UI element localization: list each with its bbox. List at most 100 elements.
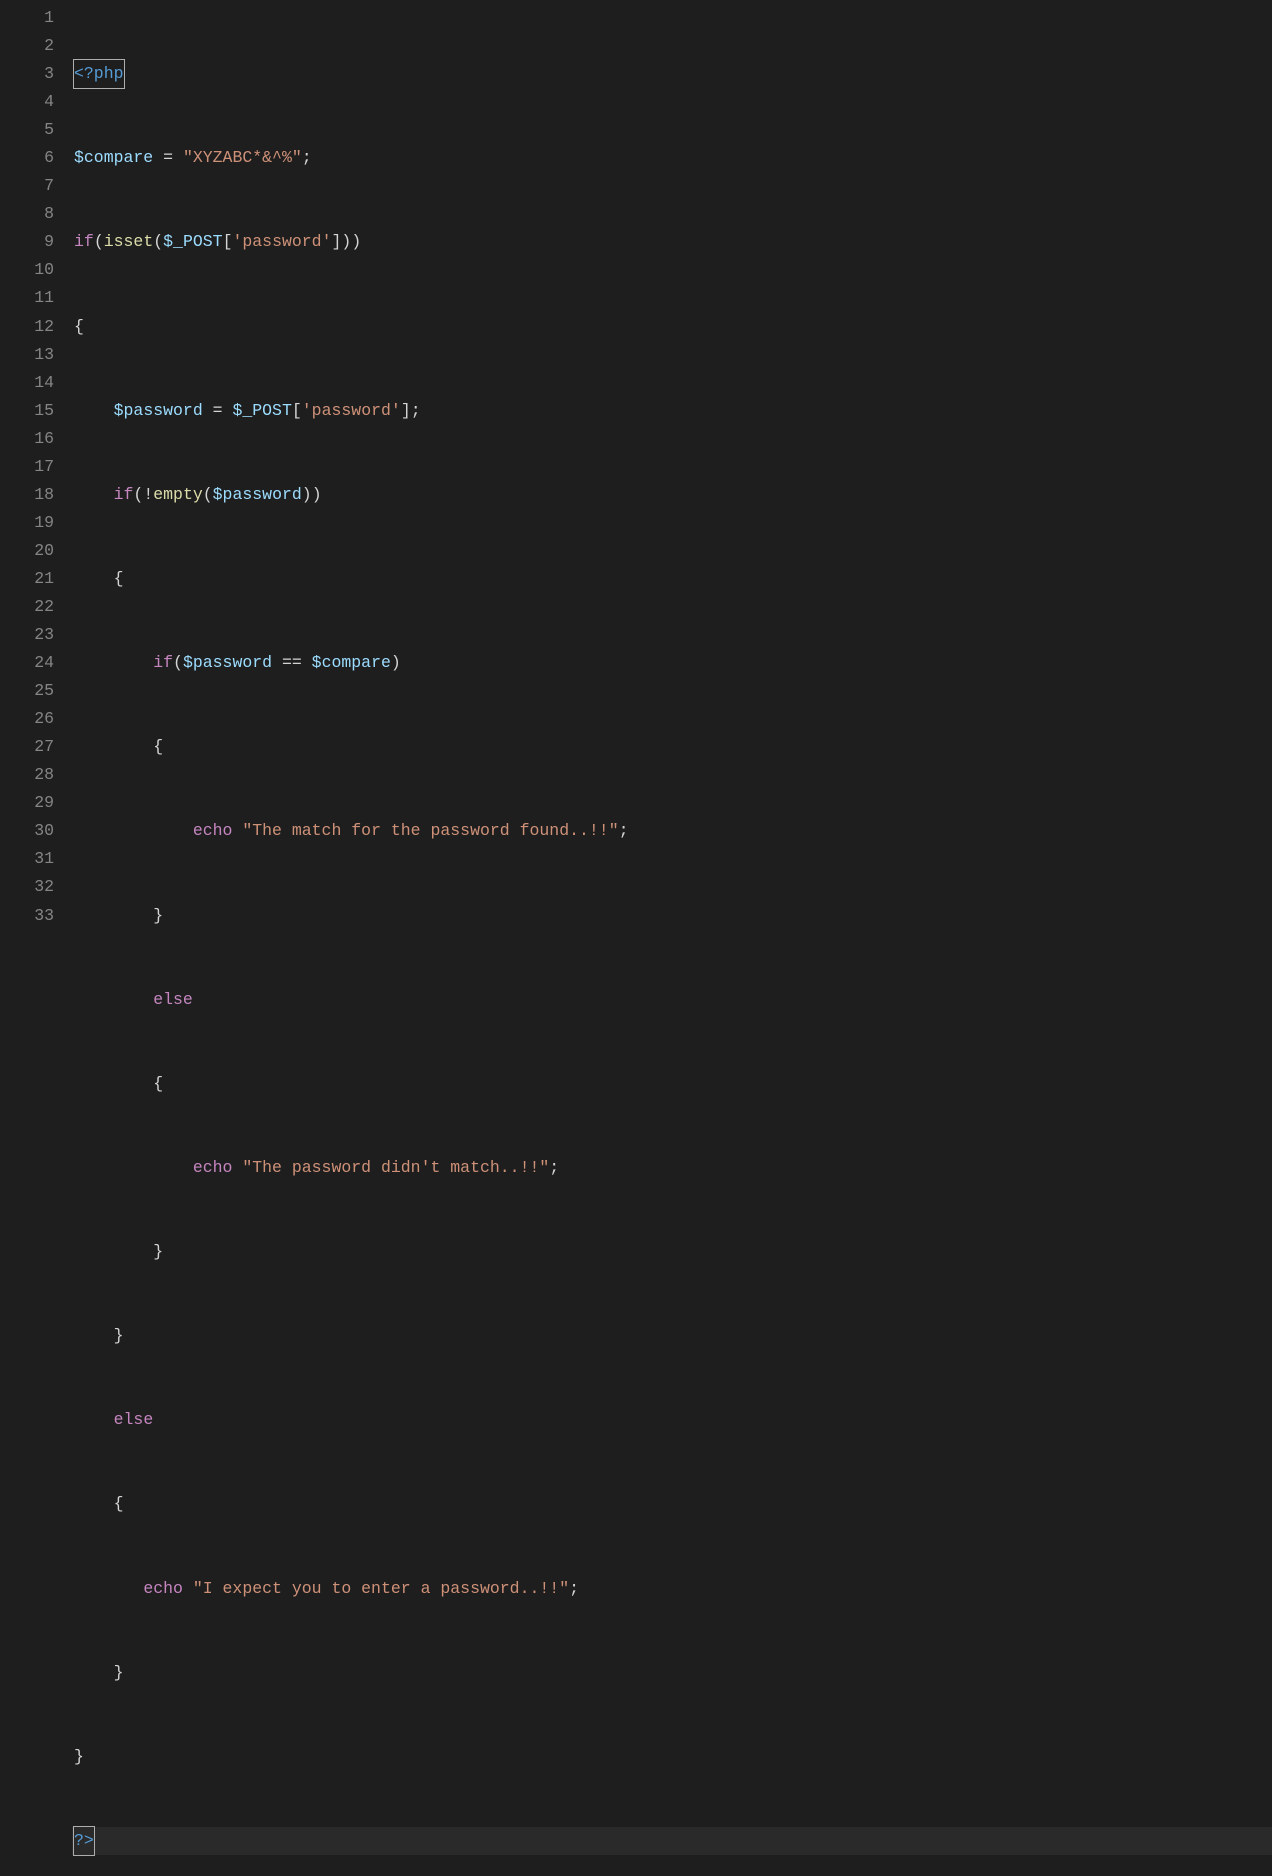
code-line[interactable]: echo "The match for the password found..… — [72, 817, 1272, 845]
space — [232, 821, 242, 840]
line-number: 29 — [10, 789, 54, 817]
keyword-token: else — [114, 1410, 154, 1429]
line-number: 8 — [10, 200, 54, 228]
string-token: 'password' — [302, 401, 401, 420]
variable-token: $compare — [312, 653, 391, 672]
punct-token: ) — [302, 485, 312, 504]
code-line[interactable]: } — [72, 1659, 1272, 1687]
line-number: 32 — [10, 873, 54, 901]
code-line-active[interactable]: ?> — [72, 1827, 1272, 1855]
keyword-token: if — [114, 485, 134, 504]
variable-token: $password — [213, 485, 302, 504]
variable-token: $password — [183, 653, 272, 672]
line-number: 12 — [10, 313, 54, 341]
variable-token: $_POST — [232, 401, 291, 420]
variable-token: $compare — [74, 148, 153, 167]
code-line[interactable]: if($password == $compare) — [72, 649, 1272, 677]
code-line[interactable]: } — [72, 1322, 1272, 1350]
code-line[interactable]: { — [72, 565, 1272, 593]
code-line[interactable]: { — [72, 1070, 1272, 1098]
line-number: 2 — [10, 32, 54, 60]
punct-token: ) — [341, 232, 351, 251]
code-line[interactable]: { — [72, 733, 1272, 761]
string-token: "The password didn't match..!!" — [242, 1158, 549, 1177]
indent — [74, 1326, 114, 1345]
brace-token: } — [74, 1747, 84, 1766]
punct-token: ] — [401, 401, 411, 420]
line-number: 24 — [10, 649, 54, 677]
keyword-token: if — [153, 653, 173, 672]
code-line[interactable]: $password = $_POST['password']; — [72, 397, 1272, 425]
line-number: 27 — [10, 733, 54, 761]
punct-token: ( — [153, 232, 163, 251]
line-number: 16 — [10, 425, 54, 453]
keyword-token: echo — [143, 1579, 183, 1598]
punct-token: [ — [292, 401, 302, 420]
line-number: 7 — [10, 172, 54, 200]
brace-token: { — [114, 1494, 124, 1513]
indent — [74, 569, 114, 588]
space — [183, 1579, 193, 1598]
php-close-tag: ?> — [74, 1827, 94, 1855]
brace-token: { — [153, 1074, 163, 1093]
variable-token: $password — [114, 401, 203, 420]
indent — [74, 401, 114, 420]
brace-token: } — [153, 1242, 163, 1261]
code-line[interactable]: } — [72, 1743, 1272, 1771]
brace-token: { — [74, 317, 84, 336]
string-token: "I expect you to enter a password..!!" — [193, 1579, 569, 1598]
code-line[interactable]: echo "I expect you to enter a password..… — [72, 1575, 1272, 1603]
keyword-token: echo — [193, 1158, 233, 1177]
php-open-tag: <?php — [74, 64, 124, 83]
code-line[interactable]: } — [72, 902, 1272, 930]
line-number: 11 — [10, 284, 54, 312]
code-line[interactable]: { — [72, 313, 1272, 341]
indent — [74, 1410, 114, 1429]
string-token: "The match for the password found..!!" — [242, 821, 618, 840]
punct-token: ( — [203, 485, 213, 504]
code-line[interactable]: echo "The password didn't match..!!"; — [72, 1154, 1272, 1182]
operator-token: ! — [143, 485, 153, 504]
code-line[interactable]: } — [72, 1238, 1272, 1266]
line-number: 9 — [10, 228, 54, 256]
indent — [74, 653, 153, 672]
punct-token: ; — [619, 821, 629, 840]
line-number: 18 — [10, 481, 54, 509]
line-number: 3 — [10, 60, 54, 88]
operator-token: = — [153, 148, 183, 167]
keyword-token: else — [153, 990, 193, 1009]
line-number: 28 — [10, 761, 54, 789]
code-line[interactable]: else — [72, 1406, 1272, 1434]
brace-token: } — [114, 1326, 124, 1345]
indent — [74, 1579, 143, 1598]
line-number: 5 — [10, 116, 54, 144]
code-line[interactable]: if(isset($_POST['password'])) — [72, 228, 1272, 256]
indent — [74, 737, 153, 756]
keyword-token: echo — [193, 821, 233, 840]
code-content[interactable]: <?php $compare = "XYZABC*&^%"; if(isset(… — [72, 0, 1272, 1876]
line-number: 17 — [10, 453, 54, 481]
function-token: empty — [153, 485, 203, 504]
code-line[interactable]: $compare = "XYZABC*&^%"; — [72, 144, 1272, 172]
brace-token: } — [153, 906, 163, 925]
code-line[interactable]: if(!empty($password)) — [72, 481, 1272, 509]
brace-token: } — [114, 1663, 124, 1682]
punct-token: ) — [312, 485, 322, 504]
line-number: 26 — [10, 705, 54, 733]
line-number: 1 — [10, 4, 54, 32]
brace-token: { — [153, 737, 163, 756]
line-number: 14 — [10, 369, 54, 397]
indent — [74, 906, 153, 925]
punct-token: ( — [133, 485, 143, 504]
code-line[interactable]: <?php — [72, 60, 1272, 88]
indent — [74, 990, 153, 1009]
indent — [74, 1494, 114, 1513]
line-number: 20 — [10, 537, 54, 565]
punct-token: ; — [549, 1158, 559, 1177]
string-token: "XYZABC*&^%" — [183, 148, 302, 167]
code-line[interactable]: else — [72, 986, 1272, 1014]
line-number: 10 — [10, 256, 54, 284]
code-editor[interactable]: 1 2 3 4 5 6 7 8 9 10 11 12 13 14 15 16 1… — [0, 0, 1272, 1876]
line-number: 31 — [10, 845, 54, 873]
code-line[interactable]: { — [72, 1490, 1272, 1518]
